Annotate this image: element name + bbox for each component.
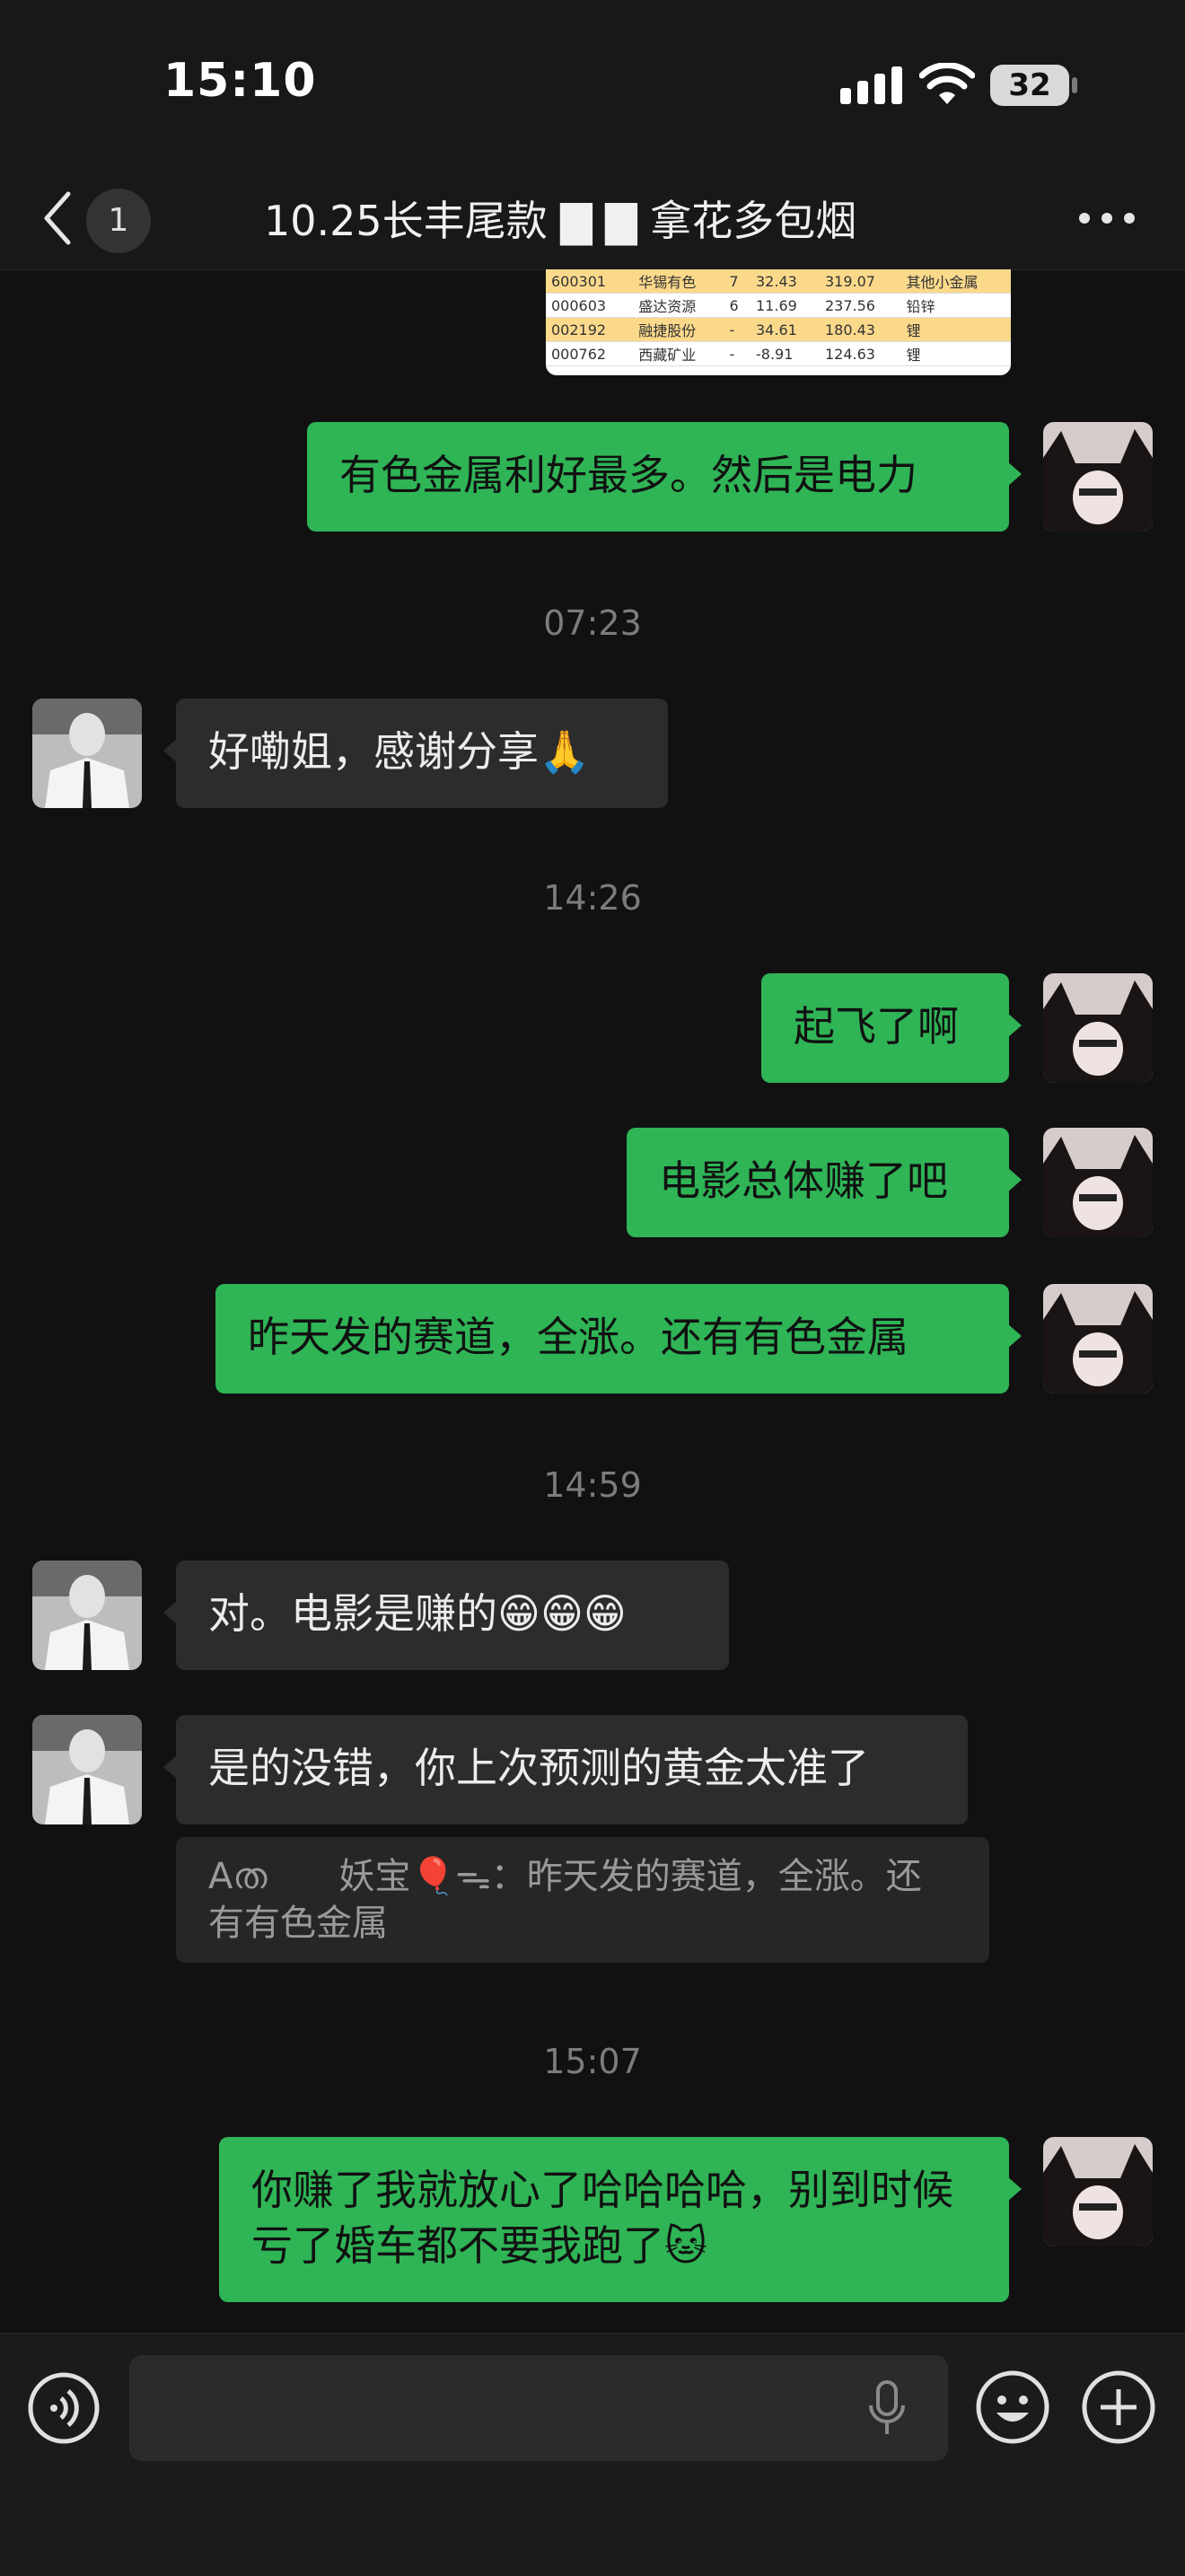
quoted-message[interactable]: Aത 妖宝🎈ᯓ：昨天发的赛道，全涨。还有有色金属: [176, 1837, 989, 1963]
table-cell: 11.69: [750, 293, 820, 318]
message-bubble-sent[interactable]: 有色金属利好最多。然后是电力: [307, 422, 1022, 532]
avatar-self-image: [1043, 973, 1153, 1083]
table-cell: 西藏矿业: [633, 341, 724, 366]
message-bubble-received[interactable]: 是的没错，你上次预测的黄金太准了: [163, 1715, 968, 1824]
avatar-self[interactable]: [1043, 2137, 1153, 2246]
voice-icon[interactable]: [27, 2371, 101, 2445]
table-cell: 32.43: [750, 269, 820, 294]
table-cell: 34.61: [750, 317, 820, 342]
message-bubble-sent[interactable]: 起飞了啊: [761, 973, 1022, 1083]
table-cell: -8.91: [750, 341, 820, 366]
unread-badge[interactable]: 1: [86, 189, 151, 253]
back-icon[interactable]: [36, 187, 81, 250]
stock-table-image[interactable]: 600301 华锡有色 7 32.43 319.07 其他小金属 000603 …: [546, 269, 1011, 375]
avatar-self-image: [1043, 422, 1153, 532]
table-row: 600301 华锡有色 7 32.43 319.07 其他小金属: [546, 269, 1011, 294]
chat-area[interactable]: 600301 华锡有色 7 32.43 319.07 其他小金属 000603 …: [0, 269, 1185, 2333]
timestamp: 14:59: [543, 1465, 642, 1505]
table-cell: 002192: [546, 317, 634, 342]
table-cell: 237.56: [819, 293, 901, 318]
table-cell: 000762: [546, 341, 634, 366]
table-cell: 124.63: [819, 341, 901, 366]
table-cell: 319.07: [819, 269, 901, 294]
chat-header: 1 10.25长丰尾款 ▇ ▇ 拿花多包烟: [0, 171, 1185, 270]
avatar-contact-image: [32, 699, 142, 808]
message-bubble-sent[interactable]: 你赚了我就放心了哈哈哈哈，别到时候亏了婚车都不要我跑了🐱: [219, 2137, 1022, 2302]
avatar-contact[interactable]: [32, 699, 142, 808]
table-cell: 600301: [546, 269, 634, 294]
message-input[interactable]: [129, 2355, 948, 2461]
table-row: 000762 西藏矿业 - -8.91 124.63 锂: [546, 341, 1011, 366]
table-cell: 7: [724, 269, 750, 294]
avatar-self[interactable]: [1043, 1284, 1153, 1394]
avatar-contact-image: [32, 1561, 142, 1670]
avatar-contact[interactable]: [32, 1561, 142, 1670]
table-cell: 180.43: [819, 317, 901, 342]
message-bubble-sent[interactable]: 电影总体赚了吧: [627, 1128, 1022, 1237]
avatar-contact-image: [32, 1715, 142, 1824]
table-cell: -: [724, 341, 750, 366]
timestamp: 14:26: [543, 878, 642, 918]
more-icon[interactable]: [1075, 205, 1138, 232]
avatar-self-image: [1043, 1284, 1153, 1394]
message-bubble-received[interactable]: 对。电影是赚的😁😁😁: [163, 1561, 729, 1670]
avatar-self-image: [1043, 2137, 1153, 2246]
status-bar: 15:10 32: [0, 0, 1185, 171]
table-cell: 盛达资源: [633, 293, 724, 318]
table-cell: 华锡有色: [633, 269, 724, 294]
chat-title: 10.25长丰尾款 ▇ ▇ 拿花多包烟: [264, 197, 857, 245]
plus-icon[interactable]: [1081, 2369, 1156, 2445]
table-cell: 融捷股份: [633, 317, 724, 342]
mic-icon[interactable]: [867, 2380, 907, 2438]
timestamp: 07:23: [543, 603, 642, 643]
table-cell: 锂: [900, 341, 1011, 366]
message-bubble-sent[interactable]: 昨天发的赛道，全涨。还有有色金属: [215, 1284, 1022, 1394]
input-bar: [0, 2333, 1185, 2576]
avatar-self-image: [1043, 1128, 1153, 1237]
battery-indicator: 32: [990, 65, 1069, 106]
status-time: 15:10: [163, 54, 317, 108]
emoji-icon[interactable]: [975, 2369, 1050, 2445]
message-bubble-received[interactable]: 好嘞姐，感谢分享🙏: [163, 699, 668, 808]
battery-tip: [1072, 77, 1077, 93]
table-cell: 锂: [900, 317, 1011, 342]
signal-icon: [840, 66, 902, 104]
avatar-self[interactable]: [1043, 973, 1153, 1083]
table-cell: -: [724, 317, 750, 342]
table-cell: 铅锌: [900, 293, 1011, 318]
avatar-self[interactable]: [1043, 1128, 1153, 1237]
avatar-contact[interactable]: [32, 1715, 142, 1824]
table-row: 002192 融捷股份 - 34.61 180.43 锂: [546, 317, 1011, 342]
table-cell: 其他小金属: [900, 269, 1011, 294]
avatar-self[interactable]: [1043, 422, 1153, 532]
timestamp: 15:07: [543, 2042, 642, 2081]
table-cell: 000603: [546, 293, 634, 318]
table-cell: 6: [724, 293, 750, 318]
wifi-icon: [919, 63, 975, 104]
table-row: 000603 盛达资源 6 11.69 237.56 铅锌: [546, 293, 1011, 318]
